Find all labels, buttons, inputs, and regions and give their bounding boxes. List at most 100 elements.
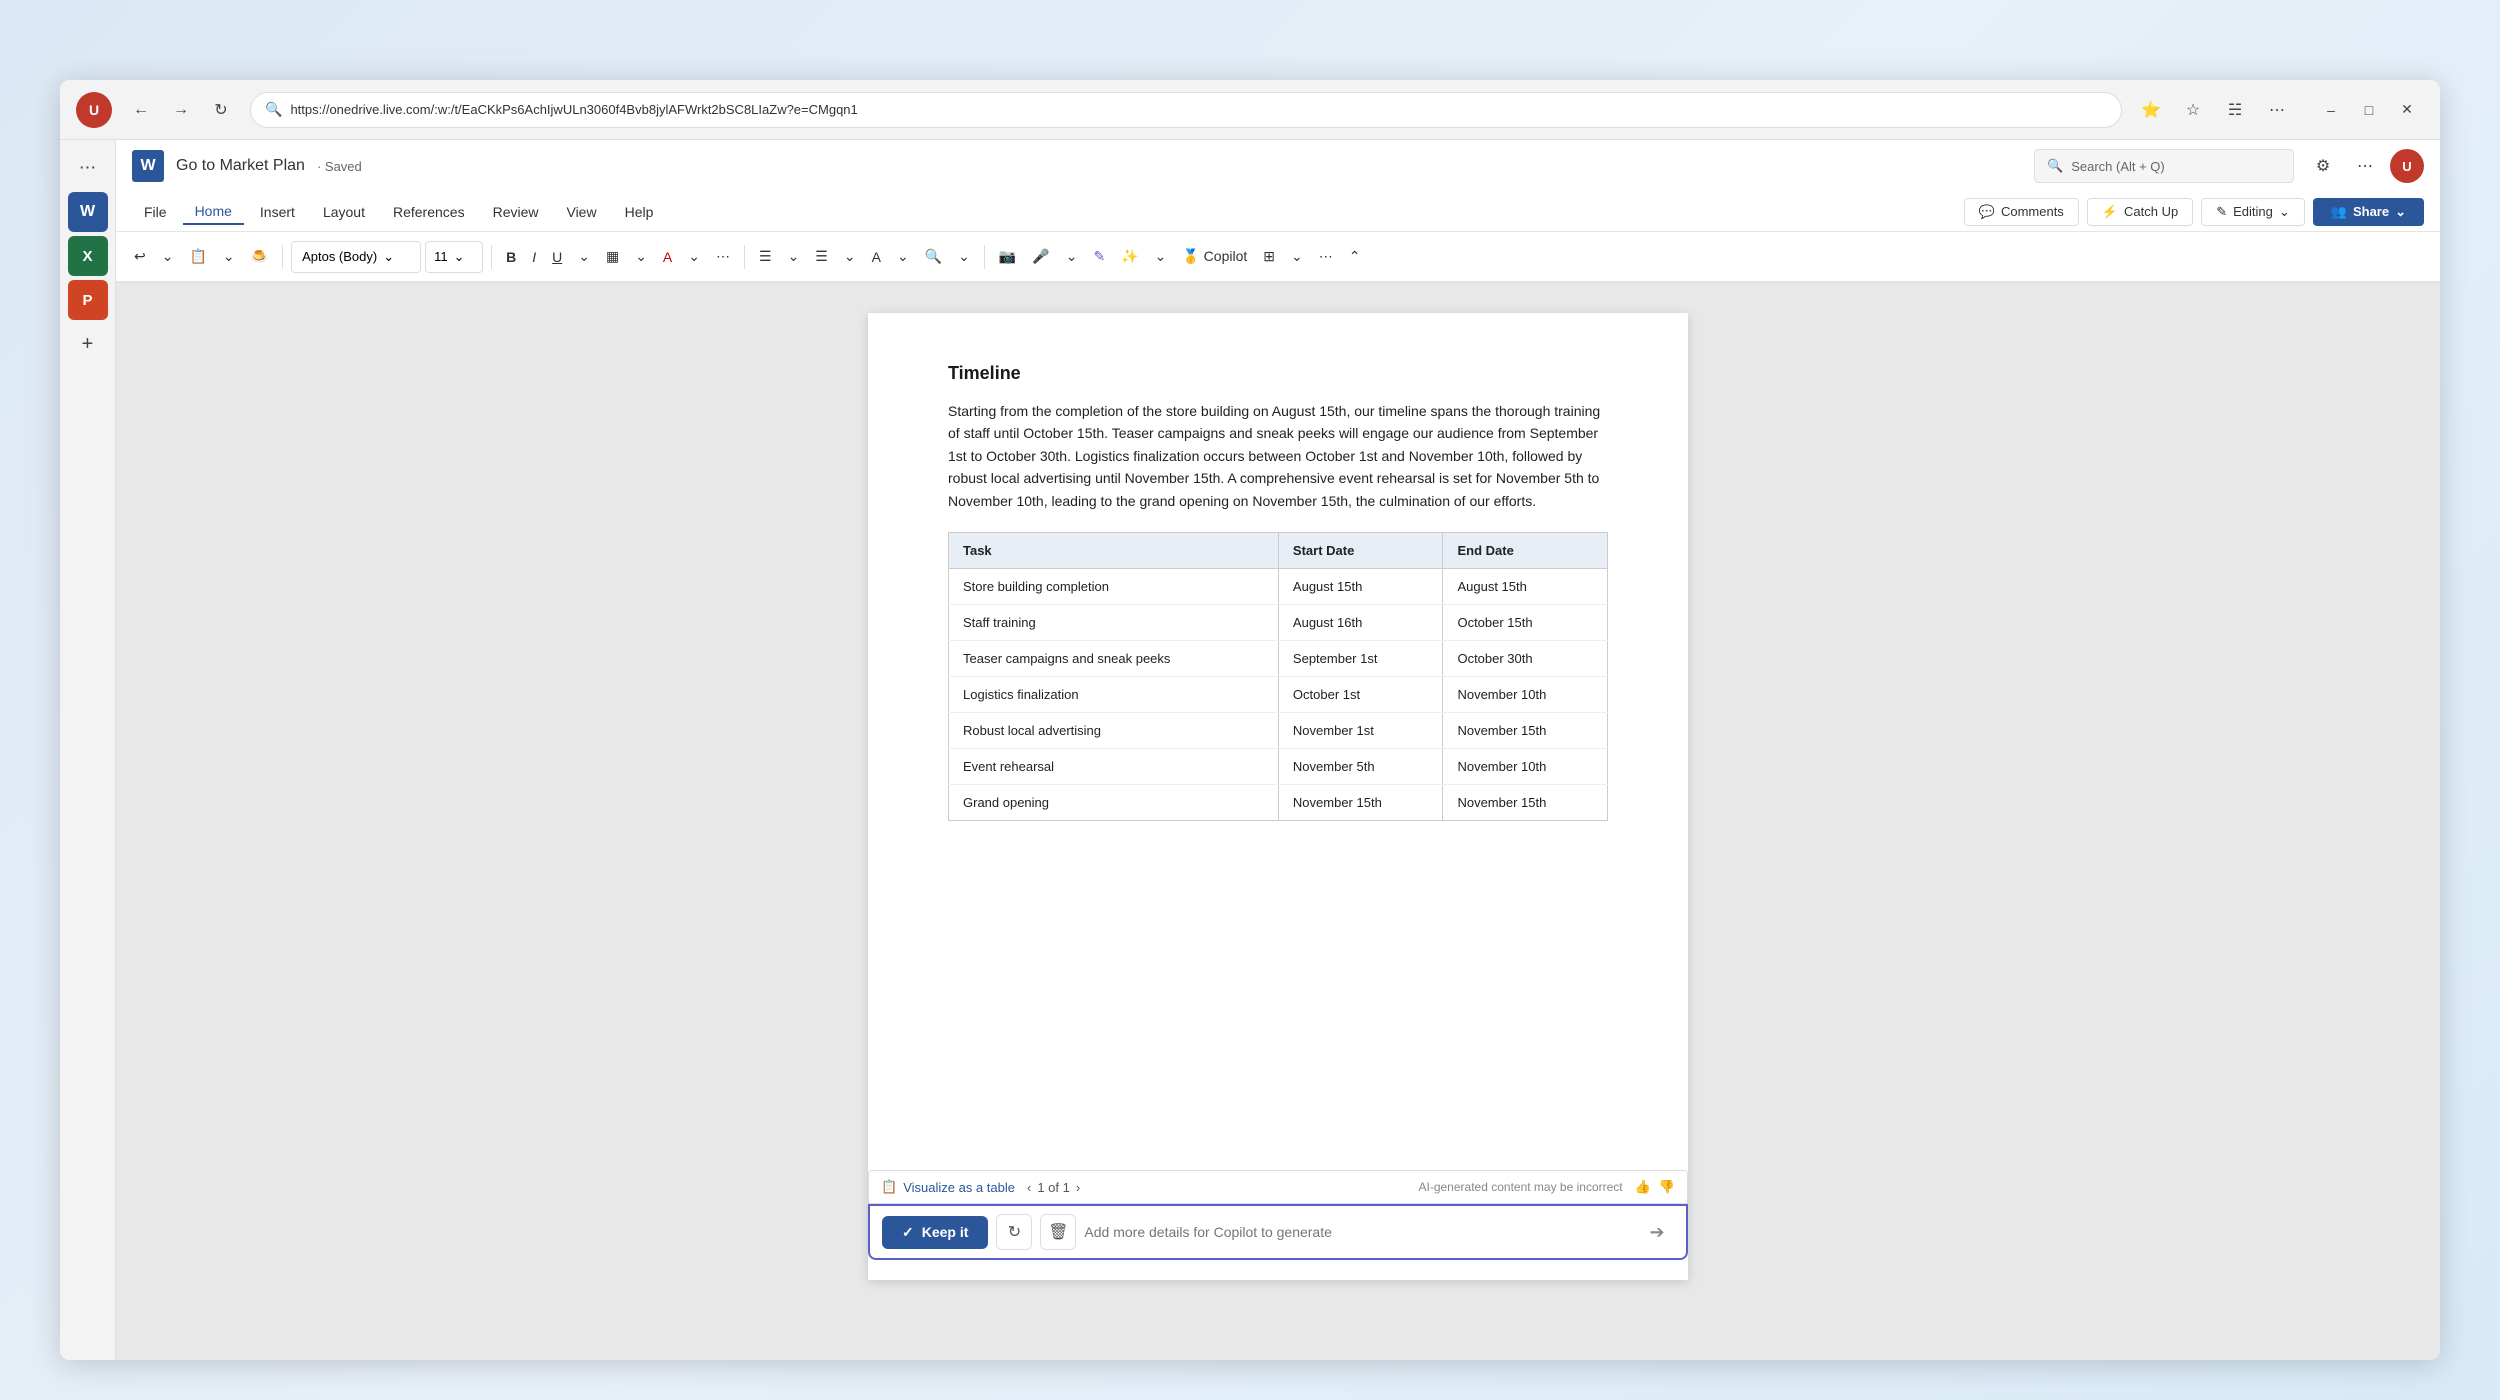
- font-color-button[interactable]: A: [657, 241, 678, 273]
- user-avatar[interactable]: U: [2390, 149, 2424, 183]
- extensions-button[interactable]: ⭐: [2134, 93, 2168, 127]
- profile-avatar[interactable]: U: [76, 92, 112, 128]
- italic-button[interactable]: I: [526, 241, 542, 273]
- designer-button[interactable]: ✨: [1115, 241, 1144, 273]
- styles-button[interactable]: A: [866, 241, 887, 273]
- copilot-text-input[interactable]: [1084, 1224, 1632, 1240]
- table-icon: 📋: [881, 1179, 897, 1195]
- dictate-button[interactable]: 🎤: [1026, 241, 1055, 273]
- table-cell-2: August 15th: [1443, 568, 1608, 604]
- send-button[interactable]: ➔: [1640, 1215, 1674, 1249]
- favorites-button[interactable]: ☆: [2176, 93, 2210, 127]
- main-content: W Go to Market Plan · Saved 🔍 Search (Al…: [116, 140, 2440, 1360]
- more-button[interactable]: ⋯: [2348, 149, 2382, 183]
- close-button[interactable]: ✕: [2390, 93, 2424, 127]
- font-size-value: 11: [434, 249, 448, 264]
- word-icon[interactable]: W: [68, 192, 108, 232]
- refresh-button[interactable]: ↻: [204, 93, 238, 127]
- section-title: Timeline: [948, 363, 1608, 384]
- forward-button[interactable]: →: [164, 93, 198, 127]
- ai-notice: AI-generated content may be incorrect: [1419, 1180, 1623, 1194]
- maximize-button[interactable]: □: [2352, 93, 2386, 127]
- doc-paragraph[interactable]: Starting from the completion of the stor…: [948, 400, 1608, 512]
- designer-dropdown[interactable]: ⌄: [1149, 241, 1173, 273]
- underline-button[interactable]: U: [546, 241, 568, 273]
- clipboard-dropdown[interactable]: ⌄: [217, 241, 241, 273]
- search-icon: 🔍: [265, 101, 282, 118]
- menu-help[interactable]: Help: [613, 200, 666, 224]
- prev-page-icon[interactable]: ‹: [1027, 1180, 1031, 1195]
- table-row: Grand openingNovember 15thNovember 15th: [949, 784, 1608, 820]
- font-size-selector[interactable]: 11 ⌄: [425, 241, 483, 273]
- menu-references[interactable]: References: [381, 200, 477, 224]
- find-button[interactable]: 🔍: [919, 241, 948, 273]
- font-selector[interactable]: Aptos (Body) ⌄: [291, 241, 421, 273]
- settings-button[interactable]: ⚙: [2306, 149, 2340, 183]
- editing-button[interactable]: ✎ Editing ⌄: [2201, 198, 2305, 226]
- highlight-dropdown[interactable]: ⌄: [629, 241, 653, 273]
- table-cell-0: Staff training: [949, 604, 1279, 640]
- table-view-button[interactable]: ⊞: [1257, 241, 1281, 273]
- list-button[interactable]: ☰: [753, 241, 778, 273]
- menu-home[interactable]: Home: [183, 199, 244, 225]
- font-color-dropdown[interactable]: ⌄: [682, 241, 706, 273]
- table-cell-1: September 1st: [1278, 640, 1443, 676]
- dictate-dropdown[interactable]: ⌄: [1060, 241, 1084, 273]
- menu-layout[interactable]: Layout: [311, 200, 377, 224]
- separator-4: [984, 245, 985, 269]
- editor-button[interactable]: ✎: [1087, 241, 1111, 273]
- share-button[interactable]: 👥 Share ⌄: [2313, 198, 2424, 226]
- menu-view[interactable]: View: [554, 200, 608, 224]
- regenerate-button[interactable]: ↻: [996, 1214, 1032, 1250]
- picture-button[interactable]: 📷: [993, 241, 1022, 273]
- undo-dropdown[interactable]: ⌄: [156, 241, 180, 273]
- ribbon-collapse-button[interactable]: ⌃: [1343, 241, 1367, 273]
- align-dropdown[interactable]: ⌄: [838, 241, 862, 273]
- document-page: Timeline Starting from the completion of…: [868, 313, 1688, 1280]
- apps-grid-icon[interactable]: ⋅⋅⋅: [68, 148, 108, 188]
- format-painter-button[interactable]: 🍮: [245, 241, 274, 273]
- separator-1: [282, 245, 283, 269]
- copilot-table-actions: 📋 Visualize as a table ‹ 1 of 1 › AI-gen…: [868, 1170, 1688, 1204]
- table-cell-0: Logistics finalization: [949, 676, 1279, 712]
- thumbs-down-icon[interactable]: 👎: [1659, 1179, 1675, 1195]
- list-dropdown[interactable]: ⌄: [782, 241, 806, 273]
- copilot-input-row: ✓ Keep it ↻ 🗑 ➔: [868, 1204, 1688, 1260]
- underline-dropdown[interactable]: ⌄: [572, 241, 596, 273]
- bold-button[interactable]: B: [500, 241, 522, 273]
- back-button[interactable]: ←: [124, 93, 158, 127]
- catchup-button[interactable]: ⚡ Catch Up: [2087, 198, 2193, 226]
- styles-dropdown[interactable]: ⌄: [891, 241, 915, 273]
- table-header-row: Task Start Date End Date: [949, 532, 1608, 568]
- menu-file[interactable]: File: [132, 200, 179, 224]
- clipboard-button[interactable]: 📋: [183, 241, 212, 273]
- menu-insert[interactable]: Insert: [248, 200, 307, 224]
- table-view-dropdown[interactable]: ⌄: [1285, 241, 1309, 273]
- search-box[interactable]: 🔍 Search (Alt + Q): [2034, 149, 2294, 183]
- browser-window: U ← → ↻ 🔍 https://onedrive.live.com/:w:/…: [60, 80, 2440, 1360]
- next-page-icon[interactable]: ›: [1076, 1180, 1080, 1195]
- more-tools-button[interactable]: ⋯: [2260, 93, 2294, 127]
- address-bar[interactable]: 🔍 https://onedrive.live.com/:w:/t/EaCKkP…: [250, 92, 2122, 128]
- minimize-button[interactable]: –: [2314, 93, 2348, 127]
- ribbon-header: W Go to Market Plan · Saved 🔍 Search (Al…: [116, 140, 2440, 283]
- more-tools-button[interactable]: ⋯: [1313, 241, 1339, 273]
- keep-it-button[interactable]: ✓ Keep it: [882, 1216, 988, 1249]
- menu-review[interactable]: Review: [481, 200, 551, 224]
- powerpoint-icon[interactable]: P: [68, 280, 108, 320]
- add-app-button[interactable]: +: [68, 324, 108, 364]
- align-button[interactable]: ☰: [809, 241, 834, 273]
- excel-icon[interactable]: X: [68, 236, 108, 276]
- find-dropdown[interactable]: ⌄: [952, 241, 976, 273]
- thumbs-up-icon[interactable]: 👍: [1635, 1179, 1651, 1195]
- visualize-table-link[interactable]: 📋 Visualize as a table: [881, 1179, 1015, 1195]
- highlight-button[interactable]: ▦: [600, 241, 625, 273]
- discard-button[interactable]: 🗑: [1040, 1214, 1076, 1250]
- table-row: Robust local advertisingNovember 1stNove…: [949, 712, 1608, 748]
- comments-button[interactable]: 💬 Comments: [1964, 198, 2079, 226]
- undo-button[interactable]: ↩: [128, 241, 152, 273]
- collections-button[interactable]: ☵: [2218, 93, 2252, 127]
- more-format-button[interactable]: ⋯: [710, 241, 736, 273]
- copilot-ribbon-button[interactable]: 🥇 Copilot: [1176, 241, 1253, 273]
- table-cell-2: October 30th: [1443, 640, 1608, 676]
